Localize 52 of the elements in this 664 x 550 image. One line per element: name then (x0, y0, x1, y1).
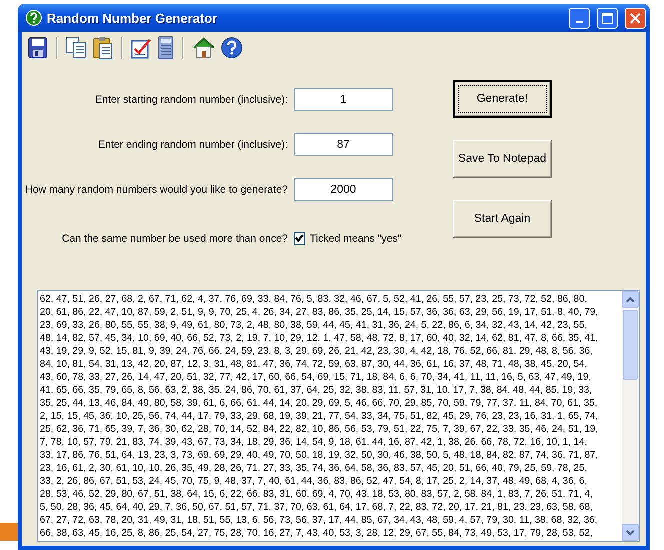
calculator-icon[interactable] (158, 36, 174, 60)
copy-icon[interactable] (66, 37, 88, 59)
close-button[interactable] (625, 8, 646, 28)
number-field[interactable]: 87 (294, 133, 393, 156)
field-label: Enter ending random number (inclusive): (97, 138, 288, 150)
checkbox-label: Ticked means "yes" (310, 232, 402, 244)
question-icon (26, 10, 42, 26)
output-line: 20, 61, 86, 22, 47, 10, 87, 59, 2, 51, 9, 9, 70, 25, 4, 26, 34, 27, 83, 86, 35, 25, 14, 15, 57, 36, 36, 63, 29, 56, 19, 17, 51, 8, 40, 79, (40, 306, 600, 319)
output-line: 84, 10, 81, 54, 31, 13, 42, 20, 87, 12, 3, 31, 48, 81, 47, 36, 74, 72, 59, 63, 87, 30, 44, 36, 61, 16, 37, 48, 71, 48, 38, 45, 20, 54, (40, 358, 588, 371)
action-button[interactable]: Start Again (453, 200, 552, 238)
output-line: 23, 69, 33, 26, 80, 55, 55, 38, 9, 49, 61, 80, 73, 2, 48, 80, 38, 59, 44, 45, 41, 31, 36, 24, 5, 22, 86, 6, 34, 32, 43, 14, 42, 23, 55, (40, 319, 588, 332)
output-line: 43, 19, 29, 9, 52, 15, 81, 9, 39, 24, 76, 66, 24, 59, 23, 8, 3, 29, 69, 26, 21, 42, 23, 30, 4, 42, 18, 76, 52, 66, 81, 29, 48, 8, 56, 36, (40, 345, 594, 358)
output-line: 2, 15, 15, 45, 36, 10, 25, 56, 74, 44, 17, 79, 33, 29, 68, 19, 39, 21, 77, 54, 33, 34, 75, 51, 82, 45, 29, 76, 23, 23, 16, 31, 1, 65, 74, (40, 410, 600, 423)
output-line: 25, 62, 36, 71, 65, 39, 7, 36, 30, 62, 28, 70, 14, 52, 84, 22, 82, 10, 86, 56, 53, 79, 51, 22, 75, 7, 39, 67, 22, 33, 35, 46, 24, 51, 19, (40, 423, 600, 436)
output-line: 33, 17, 86, 76, 51, 64, 13, 23, 3, 73, 69, 69, 29, 40, 49, 70, 50, 18, 19, 32, 50, 30, 46, 38, 50, 5, 48, 18, 84, 82, 87, 74, 36, 71, 87, (40, 449, 600, 462)
paste-icon[interactable] (93, 36, 113, 60)
scrollbar-thumb[interactable] (623, 310, 638, 380)
minimize-icon (576, 21, 583, 23)
output-line: 7, 78, 10, 57, 79, 21, 83, 74, 39, 43, 67, 73, 34, 18, 29, 36, 14, 54, 9, 18, 61, 44, 16, 87, 42, 1, 38, 26, 66, 78, 72, 16, 10, 1, 14, (40, 436, 588, 449)
output-text-area[interactable] (37, 290, 640, 542)
window-title: Random Number Generator (47, 10, 218, 26)
output-line: 41, 65, 66, 35, 79, 65, 8, 56, 63, 2, 38, 35, 24, 86, 70, 61, 37, 64, 25, 32, 38, 83, 11, 57, 31, 10, 17, 7, 38, 84, 48, 44, 85, 19, 33, (40, 384, 594, 397)
scroll-down-icon[interactable] (626, 530, 635, 536)
action-button[interactable]: Generate! (453, 80, 552, 118)
reuse-label: Can the same number be used more than once? (61, 232, 288, 244)
action-button[interactable]: Save To Notepad (453, 140, 552, 178)
maximize-icon (602, 12, 613, 24)
output-line: 66, 38, 63, 45, 16, 25, 8, 86, 25, 54, 27, 75, 28, 70, 16, 27, 7, 43, 40, 53, 3, 28, 12, 29, 67, 55, 84, 73, 49, 53, 17, 79, 28, 53, 52, (40, 527, 594, 540)
background-strip (0, 523, 18, 541)
home-icon[interactable] (192, 37, 216, 59)
checklist-icon[interactable] (131, 37, 153, 59)
output-line: 67, 27, 72, 63, 78, 20, 31, 49, 31, 18, 51, 55, 13, 6, 56, 73, 56, 37, 17, 44, 85, 67, 34, 43, 48, 59, 4, 57, 79, 30, 11, 38, 68, 32, 36, (40, 514, 599, 527)
field-label: How many random numbers would you like to generate? (24, 184, 288, 196)
maximize-button[interactable] (597, 8, 618, 28)
output-line: 43, 60, 78, 33, 27, 26, 14, 47, 20, 51, 32, 77, 42, 17, 60, 66, 54, 69, 15, 71, 18, 84, 6, 6, 70, 34, 41, 11, 11, 16, 5, 63, 47, 49, 19, (40, 371, 592, 384)
output-line: 62, 47, 51, 26, 27, 68, 2, 67, 71, 62, 4, 37, 76, 69, 33, 84, 76, 5, 83, 32, 46, 67, 5, 52, 41, 26, 55, 57, 23, 25, 73, 72, 52, 86, 80, (40, 293, 588, 306)
minimize-button[interactable] (569, 8, 590, 28)
output-line: 5, 50, 28, 36, 45, 64, 40, 29, 7, 36, 50, 67, 51, 57, 71, 37, 70, 63, 61, 64, 17, 68, 7, 22, 83, 72, 20, 17, 21, 81, 23, 23, 63, 58, 68, (40, 501, 594, 514)
output-line: 28, 53, 46, 52, 29, 80, 67, 51, 38, 64, 15, 6, 22, 66, 83, 31, 60, 69, 4, 70, 43, 18, 53, 80, 83, 57, 2, 58, 84, 1, 83, 7, 26, 51, 71, 4, (40, 488, 594, 501)
save-icon[interactable] (28, 37, 48, 59)
scrollbar[interactable] (622, 291, 639, 541)
number-field[interactable]: 2000 (294, 178, 393, 201)
close-icon (630, 12, 641, 24)
output-line: 35, 25, 44, 13, 46, 84, 49, 80, 58, 39, 61, 6, 66, 61, 44, 14, 20, 29, 69, 5, 46, 66, 70, 29, 85, 70, 59, 79, 77, 37, 11, 84, 70, 61, 35, (40, 397, 599, 410)
output-line: 33, 2, 26, 86, 67, 51, 53, 24, 45, 70, 75, 9, 48, 37, 7, 40, 61, 44, 36, 83, 86, 52, 47, 54, 8, 17, 25, 2, 14, 37, 48, 49, 68, 4, 36, 6, (40, 475, 588, 488)
help-icon[interactable] (221, 37, 243, 59)
checkbox[interactable] (294, 232, 305, 245)
scroll-up-icon[interactable] (626, 296, 635, 302)
field-label: Enter starting random number (inclusive): (94, 94, 288, 106)
output-line: 48, 14, 82, 57, 45, 34, 10, 69, 40, 66, 52, 73, 2, 19, 7, 10, 29, 12, 1, 47, 58, 48, 72, 8, 17, 60, 40, 32, 14, 62, 81, 47, 8, 66, 35, 41, (40, 332, 600, 345)
output-line: 23, 16, 61, 2, 30, 61, 10, 10, 26, 35, 49, 28, 26, 71, 27, 33, 35, 74, 36, 64, 58, 36, 83, 57, 45, 20, 51, 66, 40, 79, 25, 59, 78, 25, (40, 462, 588, 475)
number-field[interactable]: 1 (294, 88, 393, 111)
